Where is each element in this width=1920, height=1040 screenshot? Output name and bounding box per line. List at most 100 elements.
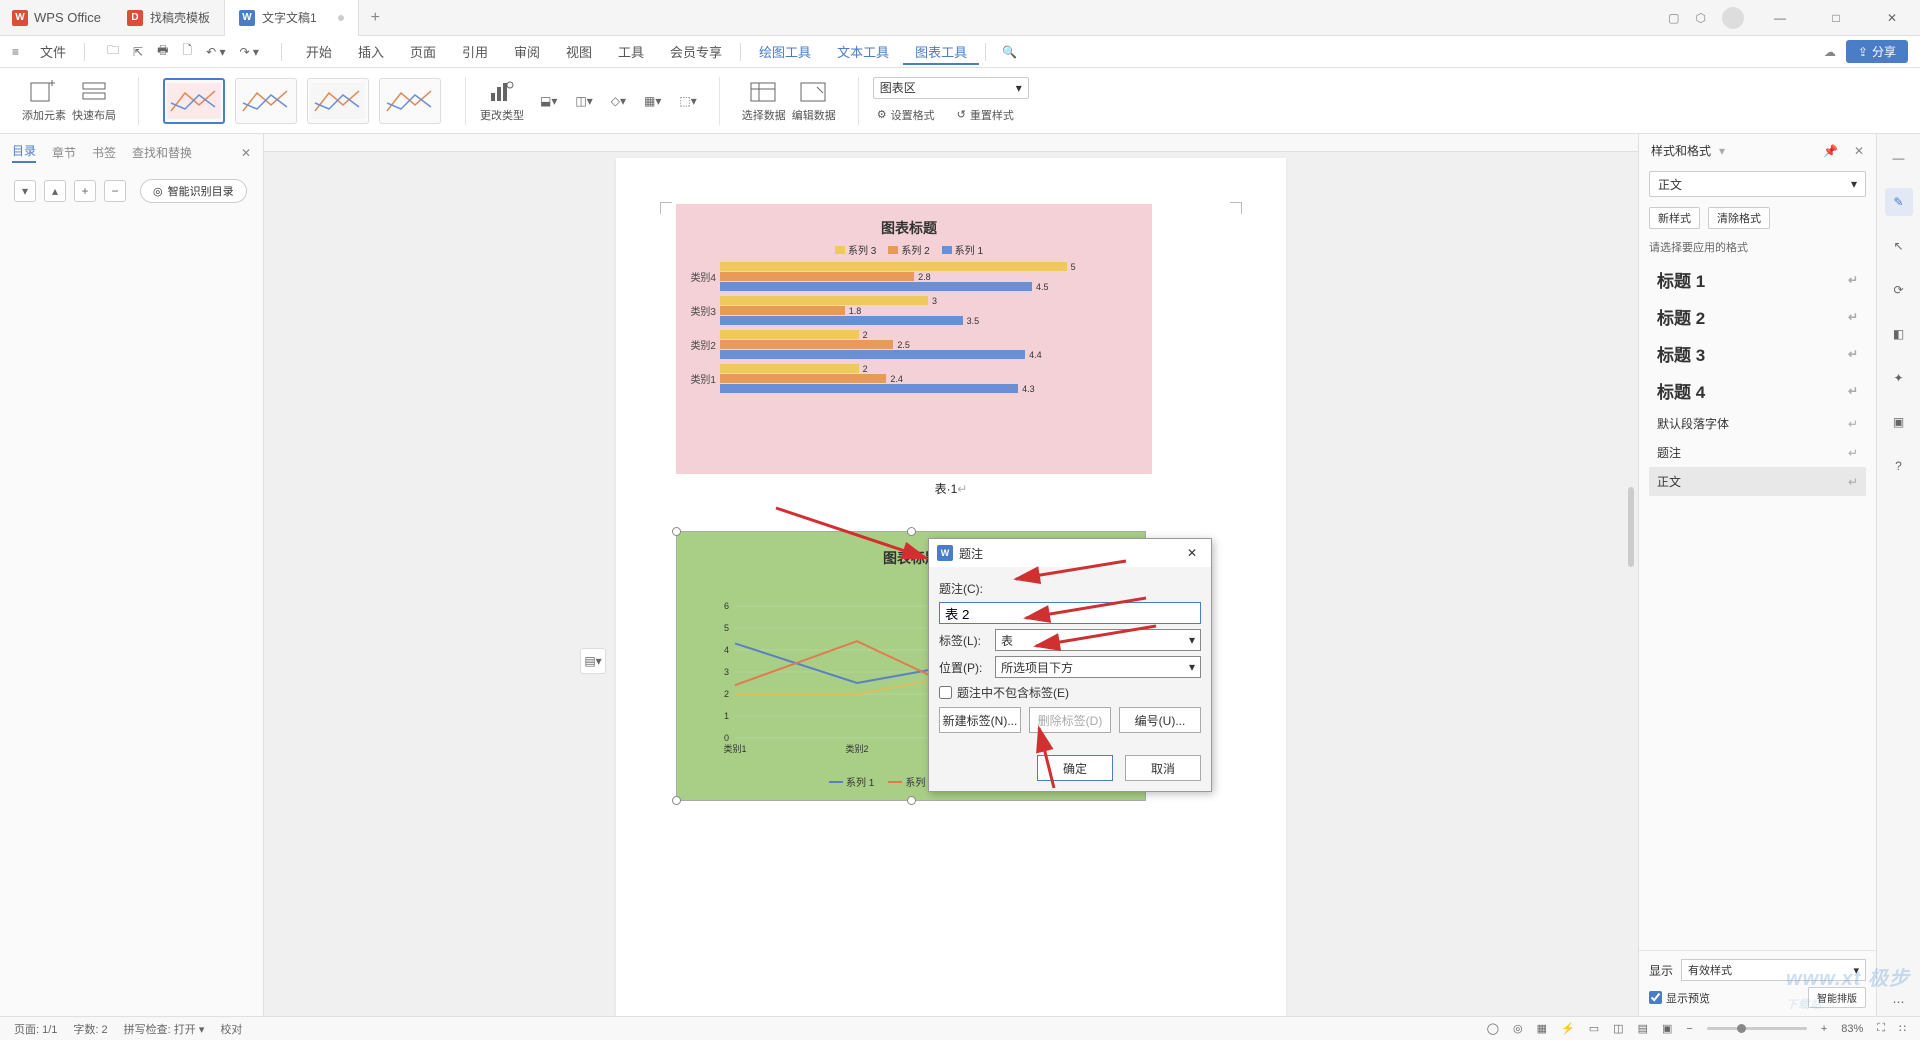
show-styles-select[interactable]: 有效样式▾ (1681, 959, 1866, 981)
export-icon[interactable]: ⇱ (133, 45, 143, 59)
set-format-button[interactable]: ⚙设置格式 (873, 105, 939, 125)
sync-tool-icon[interactable]: ⟳ (1885, 276, 1913, 304)
style-item[interactable]: 题注↵ (1649, 438, 1866, 467)
menu-start[interactable]: 开始 (294, 38, 344, 65)
new-label-button[interactable]: 新建标签(N)... (939, 707, 1021, 733)
menu-view[interactable]: 视图 (554, 38, 604, 65)
status-words[interactable]: 字数: 2 (73, 1021, 107, 1037)
add-element-button[interactable]: 添加元素 (22, 79, 66, 123)
collapse-down-button[interactable]: ▾ (14, 180, 36, 202)
zoom-in-button[interactable]: + (1821, 1023, 1827, 1035)
cloud-icon[interactable]: ☁ (1824, 45, 1836, 59)
smart-layout-button[interactable]: 智能排版 (1808, 987, 1866, 1008)
status-proof[interactable]: 校对 (220, 1021, 242, 1037)
ribbon-dropdown-2[interactable]: ◫▾ (575, 94, 592, 108)
change-type-button[interactable]: 更改类型 (480, 79, 524, 123)
dialog-close-button[interactable]: ✕ (1181, 544, 1203, 562)
save-icon[interactable]: 🗀 (107, 41, 119, 62)
menu-tools[interactable]: 工具 (606, 38, 656, 65)
fullscreen-icon[interactable]: ⛶ (1877, 1022, 1885, 1035)
chart-style-2[interactable] (235, 78, 297, 124)
remove-outline-button[interactable]: − (104, 180, 126, 202)
zoom-level[interactable]: 83% (1841, 1023, 1863, 1035)
current-style-select[interactable]: 正文 ▾ (1649, 171, 1866, 197)
show-preview-checkbox[interactable]: 显示预览 (1649, 990, 1710, 1006)
minimize-button[interactable]: — (1760, 0, 1800, 36)
caption-input[interactable] (939, 602, 1201, 624)
tab-document[interactable]: W 文字文稿1 (225, 0, 359, 36)
new-tab-button[interactable]: + (359, 9, 392, 27)
pin-icon[interactable]: 📌 (1823, 144, 1838, 158)
ribbon-dropdown-4[interactable]: ▦▾ (644, 94, 661, 108)
ribbon-dropdown-3[interactable]: ◇▾ (611, 94, 626, 108)
redo-icon[interactable]: ↷ ▾ (240, 45, 259, 59)
label-select[interactable]: 表▾ (995, 629, 1201, 651)
settings-tool-icon[interactable]: ✦ (1885, 364, 1913, 392)
app-square-icon[interactable]: ▢ (1668, 11, 1679, 25)
new-style-button[interactable]: 新样式 (1649, 207, 1700, 229)
reset-style-button[interactable]: ↺重置样式 (953, 105, 1018, 125)
tab-template[interactable]: D 找稿壳模板 (113, 0, 225, 36)
dialog-cancel-button[interactable]: 取消 (1125, 755, 1201, 781)
left-tab-findreplace[interactable]: 查找和替换 (132, 144, 192, 161)
left-tab-toc[interactable]: 目录 (12, 142, 36, 163)
smart-recognize-toc[interactable]: ◎ 智能识别目录 (140, 179, 247, 203)
clear-format-button[interactable]: 清除格式 (1708, 207, 1770, 229)
print-icon[interactable]: 🖶 (157, 41, 168, 62)
view-tool-icon[interactable]: ▣ (1885, 408, 1913, 436)
style-item[interactable]: 标题 1↵ (1649, 261, 1866, 298)
chart-style-1[interactable] (163, 78, 225, 124)
menu-chart-tools[interactable]: 图表工具 (903, 38, 979, 65)
maximize-button[interactable]: □ (1816, 0, 1856, 36)
zoom-out-button[interactable]: − (1686, 1023, 1692, 1035)
select-data-button[interactable]: 选择数据 (742, 79, 786, 123)
collapse-panel-button[interactable]: — (1885, 144, 1913, 172)
undo-icon[interactable]: ↶ ▾ (206, 45, 225, 59)
view-read-icon[interactable]: ▣ (1662, 1022, 1672, 1035)
position-select[interactable]: 所选项目下方▾ (995, 656, 1201, 678)
menu-insert[interactable]: 插入 (346, 38, 396, 65)
menu-member[interactable]: 会员专享 (658, 38, 734, 65)
right-panel-close[interactable]: ✕ (1854, 144, 1864, 158)
menu-review[interactable]: 审阅 (502, 38, 552, 65)
style-item[interactable]: 默认段落字体↵ (1649, 409, 1866, 438)
view-web-icon[interactable]: ▤ (1638, 1022, 1648, 1035)
left-tab-chapter[interactable]: 章节 (52, 144, 76, 161)
view-print-icon[interactable]: ▭ (1589, 1022, 1599, 1035)
view-outline-icon[interactable]: ◫ (1613, 1022, 1623, 1035)
status-page[interactable]: 页面: 1/1 (14, 1021, 57, 1037)
style-item[interactable]: 标题 2↵ (1649, 298, 1866, 335)
document-area[interactable]: 图表标题 系列 3 系列 2 系列 1 类别452.84.5类别331.83.5… (264, 134, 1638, 1016)
help-tool-icon[interactable]: ? (1885, 452, 1913, 480)
search-icon[interactable]: 🔍 (992, 45, 1027, 59)
edit-data-button[interactable]: 编辑数据 (792, 79, 836, 123)
file-menu[interactable]: 文件 (34, 42, 72, 61)
menu-text-tools[interactable]: 文本工具 (825, 38, 901, 65)
chart-style-3[interactable] (307, 78, 369, 124)
preview-icon[interactable]: 🗋 (182, 41, 192, 62)
menu-draw-tools[interactable]: 绘图工具 (747, 38, 823, 65)
select-tool-icon[interactable]: ↖ (1885, 232, 1913, 260)
app-cube-icon[interactable]: ⬡ (1696, 11, 1706, 25)
layers-tool-icon[interactable]: ◧ (1885, 320, 1913, 348)
hamburger-icon[interactable]: ≡ (12, 45, 30, 59)
status-grid-icon[interactable]: ▦ (1537, 1022, 1547, 1035)
chart-options-fab[interactable]: ▤▾ (580, 648, 606, 674)
status-circle-icon[interactable]: ◯ (1487, 1022, 1499, 1035)
status-bolt-icon[interactable]: ⚡ (1561, 1022, 1575, 1035)
dialog-titlebar[interactable]: W 题注 ✕ (929, 539, 1211, 567)
style-item[interactable]: 标题 3↵ (1649, 335, 1866, 372)
left-tab-bookmark[interactable]: 书签 (92, 144, 116, 161)
dialog-ok-button[interactable]: 确定 (1037, 755, 1113, 781)
add-outline-button[interactable]: + (74, 180, 96, 202)
more-tool-icon[interactable]: ⋯ (1885, 988, 1913, 1016)
close-window-button[interactable]: ✕ (1872, 0, 1912, 36)
menu-page[interactable]: 页面 (398, 38, 448, 65)
more-icon[interactable]: ∷ (1899, 1022, 1906, 1035)
vertical-scrollbar[interactable] (1628, 487, 1634, 567)
exclude-label-checkbox[interactable]: 题注中不包含标签(E) (939, 684, 1201, 701)
ribbon-dropdown-5[interactable]: ⬚▾ (679, 94, 696, 108)
zoom-slider[interactable] (1707, 1027, 1807, 1030)
quick-layout-button[interactable]: 快速布局 (72, 79, 116, 123)
number-button[interactable]: 编号(U)... (1119, 707, 1201, 733)
